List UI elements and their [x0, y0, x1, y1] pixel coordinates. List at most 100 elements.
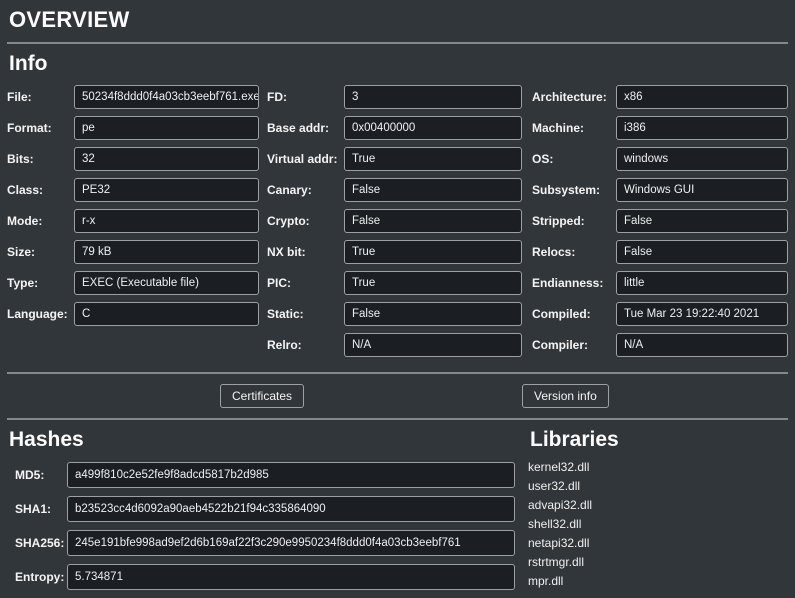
library-item: netapi32.dll	[528, 534, 619, 553]
library-item: rstrtmgr.dll	[528, 553, 619, 572]
stripped-label: Stripped:	[532, 214, 616, 228]
crypto-label: Crypto:	[267, 214, 344, 228]
class-label: Class:	[7, 183, 74, 197]
libraries-heading: Libraries	[530, 427, 619, 453]
machine-label: Machine:	[532, 121, 616, 135]
library-item: advapi32.dll	[528, 496, 619, 515]
nx-bit-field[interactable]: True	[344, 240, 522, 264]
info-row-subsystem: Subsystem: Windows GUI	[532, 178, 788, 202]
language-label: Language:	[7, 307, 74, 321]
architecture-field[interactable]: x86	[616, 85, 788, 109]
bits-field[interactable]: 32	[74, 147, 259, 171]
format-field[interactable]: pe	[74, 116, 259, 140]
virtual-addr-field[interactable]: True	[344, 147, 522, 171]
hashes-section: Hashes MD5: a499f810c2e52fe9f8adcd5817b2…	[7, 420, 515, 598]
hashes-heading: Hashes	[9, 427, 515, 453]
hash-row-md5: MD5: a499f810c2e52fe9f8adcd5817b2d985	[7, 462, 515, 488]
info-column-1: File: 50234f8ddd0f4a03cb3eebf761.exe For…	[7, 85, 259, 364]
certificates-button[interactable]: Certificates	[220, 384, 304, 408]
entropy-label: Entropy:	[15, 570, 67, 584]
info-row-bits: Bits: 32	[7, 147, 259, 171]
machine-field[interactable]: i386	[616, 116, 788, 140]
sha1-field[interactable]: b23523cc4d6092a90aeb4522b21f94c335864090	[67, 496, 515, 522]
libraries-section: Libraries kernel32.dll user32.dll advapi…	[528, 420, 619, 598]
info-row-virtual-addr: Virtual addr: True	[267, 147, 522, 171]
sha1-label: SHA1:	[15, 502, 67, 516]
compiler-field[interactable]: N/A	[616, 333, 788, 357]
bits-label: Bits:	[7, 152, 74, 166]
relro-label: Relro:	[267, 338, 344, 352]
format-label: Format:	[7, 121, 74, 135]
separator	[7, 372, 788, 374]
type-field[interactable]: EXEC (Executable file)	[74, 271, 259, 295]
info-row-stripped: Stripped: False	[532, 209, 788, 233]
info-row-canary: Canary: False	[267, 178, 522, 202]
pic-field[interactable]: True	[344, 271, 522, 295]
relocs-label: Relocs:	[532, 245, 616, 259]
sha256-field[interactable]: 245e191bfe998ad9ef2d6b169af22f3c290e9950…	[67, 530, 515, 556]
info-row-nx-bit: NX bit: True	[267, 240, 522, 264]
info-row-type: Type: EXEC (Executable file)	[7, 271, 259, 295]
library-item: shell32.dll	[528, 515, 619, 534]
entropy-field[interactable]: 5.734871	[67, 564, 515, 590]
md5-label: MD5:	[15, 468, 67, 482]
info-row-format: Format: pe	[7, 116, 259, 140]
subsystem-field[interactable]: Windows GUI	[616, 178, 788, 202]
info-row-mode: Mode: r-x	[7, 209, 259, 233]
relocs-field[interactable]: False	[616, 240, 788, 264]
fd-field[interactable]: 3	[344, 85, 522, 109]
endianness-label: Endianness:	[532, 276, 616, 290]
mode-field[interactable]: r-x	[74, 209, 259, 233]
info-row-architecture: Architecture: x86	[532, 85, 788, 109]
stripped-field[interactable]: False	[616, 209, 788, 233]
language-field[interactable]: C	[74, 302, 259, 326]
class-field[interactable]: PE32	[74, 178, 259, 202]
static-field[interactable]: False	[344, 302, 522, 326]
pic-label: PIC:	[267, 276, 344, 290]
info-row-language: Language: C	[7, 302, 259, 326]
page-title: OVERVIEW	[9, 6, 788, 34]
info-row-file: File: 50234f8ddd0f4a03cb3eebf761.exe	[7, 85, 259, 109]
canary-label: Canary:	[267, 183, 344, 197]
nx-bit-label: NX bit:	[267, 245, 344, 259]
info-row-fd: FD: 3	[267, 85, 522, 109]
libraries-list: kernel32.dll user32.dll advapi32.dll she…	[528, 458, 619, 591]
base-addr-label: Base addr:	[267, 121, 344, 135]
version-info-button[interactable]: Version info	[522, 384, 609, 408]
base-addr-field[interactable]: 0x00400000	[344, 116, 522, 140]
info-column-3: Architecture: x86 Machine: i386 OS: wind…	[532, 85, 788, 364]
library-item: mpr.dll	[528, 572, 619, 591]
info-row-endianness: Endianness: little	[532, 271, 788, 295]
hash-row-entropy: Entropy: 5.734871	[7, 564, 515, 590]
canary-field[interactable]: False	[344, 178, 522, 202]
size-field[interactable]: 79 kB	[74, 240, 259, 264]
crypto-field[interactable]: False	[344, 209, 522, 233]
type-label: Type:	[7, 276, 74, 290]
hashes-rows: MD5: a499f810c2e52fe9f8adcd5817b2d985 SH…	[7, 462, 515, 590]
info-row-compiler: Compiler: N/A	[532, 333, 788, 357]
info-row-base-addr: Base addr: 0x00400000	[267, 116, 522, 140]
os-label: OS:	[532, 152, 616, 166]
fd-label: FD:	[267, 90, 344, 104]
info-row-relocs: Relocs: False	[532, 240, 788, 264]
info-column-2: FD: 3 Base addr: 0x00400000 Virtual addr…	[267, 85, 522, 364]
info-heading: Info	[9, 51, 788, 77]
info-row-class: Class: PE32	[7, 178, 259, 202]
info-row-compiled: Compiled: Tue Mar 23 19:22:40 2021	[532, 302, 788, 326]
compiler-label: Compiler:	[532, 338, 616, 352]
architecture-label: Architecture:	[532, 90, 616, 104]
static-label: Static:	[267, 307, 344, 321]
mode-label: Mode:	[7, 214, 74, 228]
compiled-field[interactable]: Tue Mar 23 19:22:40 2021	[616, 302, 788, 326]
info-row-pic: PIC: True	[267, 271, 522, 295]
file-field[interactable]: 50234f8ddd0f4a03cb3eebf761.exe	[74, 85, 259, 109]
separator	[7, 42, 788, 44]
info-row-size: Size: 79 kB	[7, 240, 259, 264]
relro-field[interactable]: N/A	[344, 333, 522, 357]
endianness-field[interactable]: little	[616, 271, 788, 295]
size-label: Size:	[7, 245, 74, 259]
info-row-crypto: Crypto: False	[267, 209, 522, 233]
md5-field[interactable]: a499f810c2e52fe9f8adcd5817b2d985	[67, 462, 515, 488]
os-field[interactable]: windows	[616, 147, 788, 171]
sha256-label: SHA256:	[15, 536, 67, 550]
